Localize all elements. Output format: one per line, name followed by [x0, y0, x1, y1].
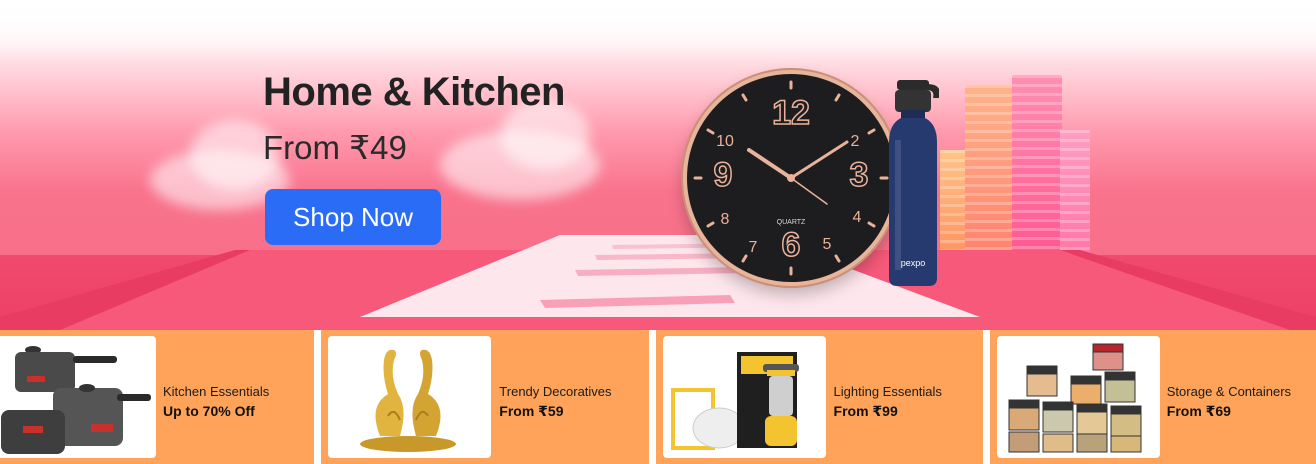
clock-numeral: 10 — [716, 133, 734, 150]
promo-card-row: Kitchen Essentials Up to 70% Off Trendy … — [0, 330, 1316, 464]
promo-product-image — [996, 336, 1160, 458]
clock-brand-label: QUARTZ — [777, 219, 806, 226]
promo-product-image — [0, 336, 156, 458]
wall-clock-image: 12 3 6 9 2 4 5 7 8 10 QUARTZ — [683, 70, 899, 286]
clock-numeral: 12 — [772, 94, 810, 132]
clock-numeral: 8 — [721, 211, 730, 228]
clock-face-icon: 12 3 6 9 2 4 5 7 8 10 QUARTZ — [693, 80, 889, 276]
clock-numeral: 2 — [851, 133, 860, 150]
promo-name: Lighting Essentials — [833, 384, 942, 399]
golden-swan-icon — [360, 349, 457, 452]
pressure-cooker-icon — [1, 346, 151, 454]
promo-name: Trendy Decoratives — [499, 384, 612, 399]
promo-product-image — [328, 336, 492, 458]
banner-top-fade — [0, 0, 1316, 60]
banner-subtitle: From ₹49 — [263, 129, 407, 166]
promo-name: Storage & Containers — [1166, 384, 1292, 399]
promo-name: Kitchen Essentials — [163, 384, 270, 399]
promo-card-storage-containers[interactable]: Storage & Containers From ₹69 — [989, 330, 1316, 464]
clock-numeral: 3 — [850, 156, 869, 194]
promo-offer: From ₹59 — [499, 403, 564, 419]
water-bottle-image: pexpo — [889, 80, 939, 286]
storage-container-icon — [1008, 343, 1142, 453]
hero-banner[interactable]: Home & Kitchen From ₹49 Shop Now 12 3 6 … — [0, 0, 1316, 330]
promo-offer: From ₹69 — [1166, 403, 1231, 419]
bottle-brand-label: pexpo — [901, 258, 926, 268]
promo-card-lighting-essentials[interactable]: Lighting Essentials From ₹99 — [655, 330, 983, 464]
clock-numeral: 9 — [714, 156, 733, 194]
led-lantern-icon — [670, 352, 799, 450]
promo-card-trendy-decoratives[interactable]: Trendy Decoratives From ₹59 — [321, 330, 649, 464]
clock-numeral: 7 — [749, 239, 758, 256]
promo-product-image — [662, 336, 826, 458]
promo-card-kitchen-essentials[interactable]: Kitchen Essentials Up to 70% Off — [0, 330, 315, 464]
promo-offer: Up to 70% Off — [163, 403, 255, 419]
clock-numeral: 5 — [823, 236, 832, 253]
clock-numeral: 4 — [853, 209, 862, 226]
promo-offer: From ₹99 — [833, 403, 898, 419]
shop-now-button[interactable]: Shop Now — [265, 189, 441, 245]
banner-title: Home & Kitchen — [263, 70, 565, 114]
perspective-road — [0, 235, 1316, 330]
clock-numeral: 6 — [782, 226, 801, 264]
